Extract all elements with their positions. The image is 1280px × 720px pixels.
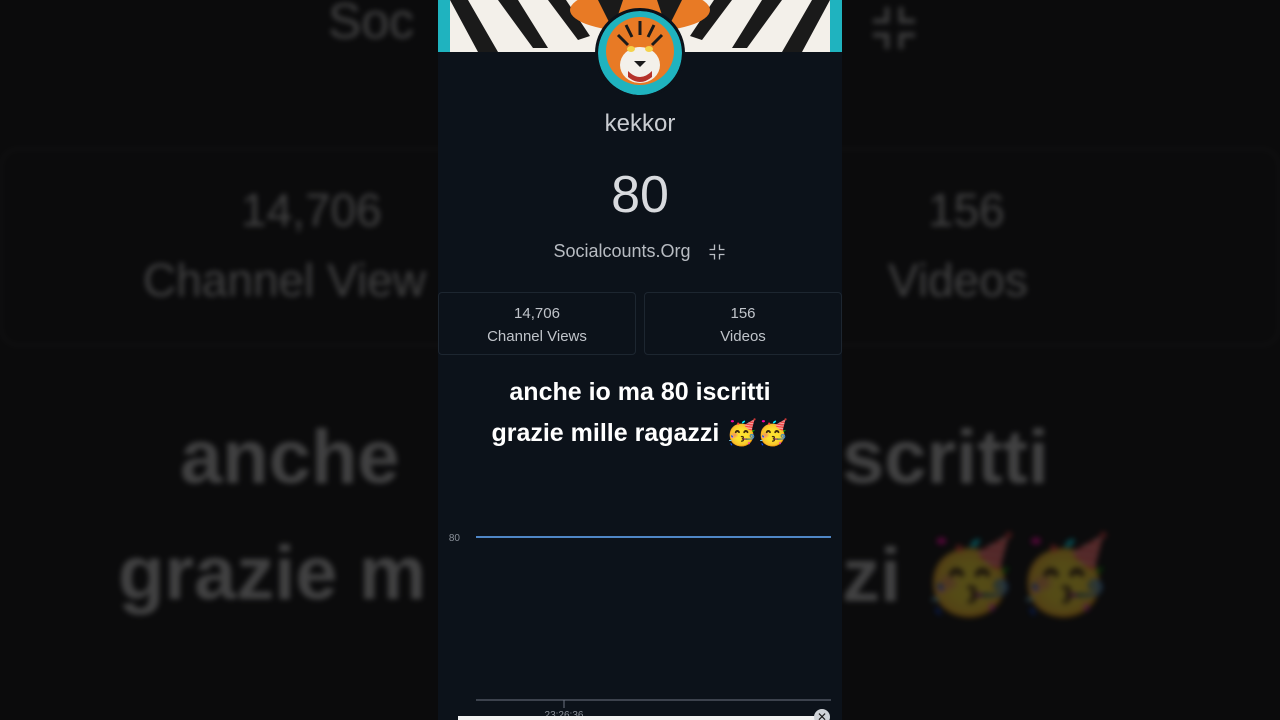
caption-line-2: grazie mille ragazzi 🥳🥳	[491, 419, 789, 447]
bg-views-label: Channel View	[143, 254, 427, 306]
y-tick-label: 80	[449, 533, 461, 544]
bg-caption-right-1: scritti	[842, 415, 1049, 500]
bg-collapse-icon	[873, 7, 915, 49]
channel-username: kekkor	[604, 110, 676, 137]
subscriber-chart: 8023:26:36	[449, 533, 831, 720]
video-progress-fill	[458, 716, 822, 720]
phone-screen: kekkor 80 Socialcounts.Org 14,706 Channe…	[438, 0, 842, 720]
stat-card-videos: 156 Videos	[644, 292, 842, 355]
views-value: 14,706	[514, 305, 560, 322]
bg-caption-left-1: anche	[180, 415, 400, 500]
bg-caption-right-2: zi 🥳🥳	[842, 533, 1112, 618]
channel-avatar[interactable]	[595, 8, 685, 98]
bg-site-label: Soc	[328, 0, 415, 49]
site-label: Socialcounts.Org	[553, 241, 691, 261]
collapse-icon[interactable]	[707, 242, 727, 262]
bg-videos-label: Videos	[888, 254, 1028, 306]
video-progress-track[interactable]	[458, 716, 822, 720]
video-caption: anche io ma 80 iscritti grazie mille rag…	[438, 372, 842, 454]
videos-label: Videos	[720, 328, 766, 345]
site-row: Socialcounts.Org	[438, 241, 842, 262]
caption-line-1: anche io ma 80 iscritti	[509, 378, 771, 406]
close-icon[interactable]: ✕	[814, 709, 830, 720]
bg-views-value: 14,706	[241, 184, 382, 236]
views-label: Channel Views	[487, 328, 587, 345]
bg-caption-left-2: grazie m	[118, 531, 427, 616]
bg-videos-value: 156	[928, 184, 1005, 236]
stat-card-views: 14,706 Channel Views	[438, 292, 636, 355]
videos-value: 156	[730, 305, 756, 322]
subscriber-count: 80	[611, 166, 669, 224]
tiger-avatar-icon	[598, 11, 682, 95]
